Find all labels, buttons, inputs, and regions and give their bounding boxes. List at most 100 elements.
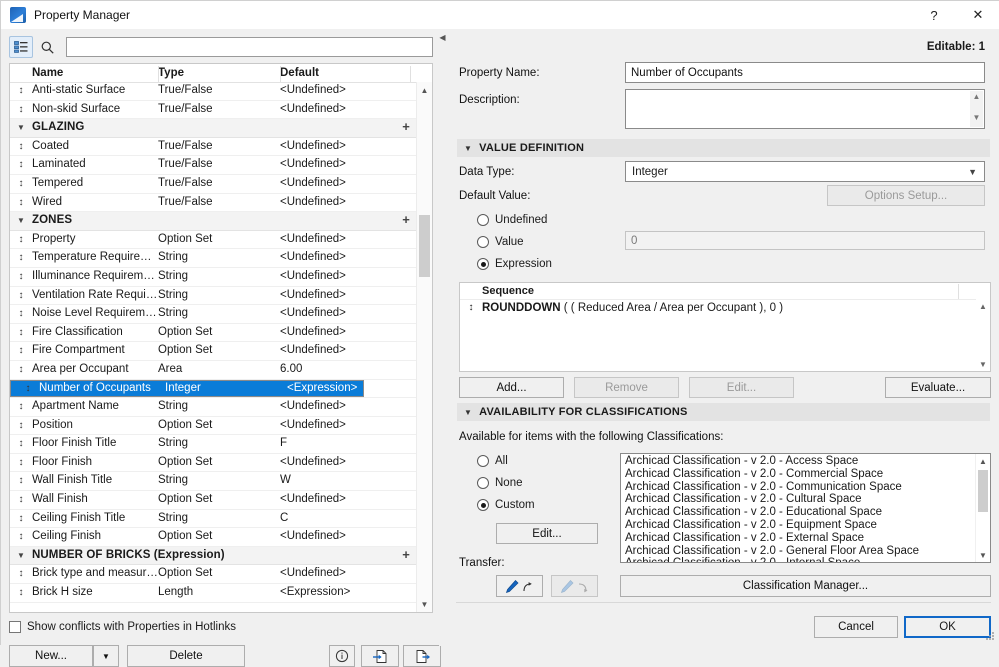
edit-expression-button[interactable]: Edit... [689, 377, 794, 398]
classification-item[interactable]: Archicad Classification - v 2.0 - Access… [625, 455, 976, 468]
scroll-down-icon[interactable]: ▼ [417, 596, 432, 612]
reorder-handle-icon[interactable]: ↕ [10, 417, 32, 435]
reorder-handle-icon[interactable]: ↕ [10, 249, 32, 267]
sequence-scrollbar[interactable]: ▲ ▼ [976, 299, 990, 371]
property-row[interactable]: ↕ Temperature Requirement String <Undefined… [10, 249, 417, 268]
property-row[interactable]: ↕ Non-skid Surface True/False <Undefined> [10, 101, 417, 120]
property-row[interactable]: ↕ Laminated True/False <Undefined> [10, 156, 417, 175]
ok-button[interactable]: OK [904, 616, 991, 638]
classification-list[interactable]: Archicad Classification - v 2.0 - Access… [620, 453, 991, 563]
expression-sequence-list[interactable]: Sequence ↕ ROUNDDOWN ( ( Reduced Area / A… [459, 282, 991, 372]
classification-scrollbar[interactable]: ▲ ▼ [975, 454, 990, 562]
add-button[interactable]: Add... [459, 377, 564, 398]
property-row[interactable]: ↕ Floor Finish Title String F [10, 435, 417, 454]
property-name-input[interactable] [625, 62, 985, 83]
property-row[interactable]: ↕ Ceiling Finish Title String C [10, 510, 417, 529]
new-dropdown-button[interactable]: ▼ [93, 645, 119, 667]
reorder-handle-icon[interactable]: ↕ [10, 565, 32, 583]
cancel-button[interactable]: Cancel [814, 616, 898, 638]
property-row[interactable]: ↕ Position Option Set <Undefined> [10, 417, 417, 436]
reorder-handle-icon[interactable]: ↕ [10, 138, 32, 156]
transfer-apply-icon-button[interactable] [551, 575, 598, 597]
radio-none[interactable]: None [477, 477, 523, 489]
scrollbar-thumb[interactable] [419, 215, 430, 277]
tree-view-icon[interactable] [9, 36, 33, 58]
reorder-handle-icon[interactable]: ↕ [10, 194, 32, 212]
reorder-handle-icon[interactable]: ↕ [10, 528, 32, 546]
reorder-handle-icon[interactable]: ↕ [10, 287, 32, 305]
classification-item[interactable]: Archicad Classification - v 2.0 - Equipm… [625, 519, 976, 532]
property-row[interactable]: ↕ Wall Finish Option Set <Undefined> [10, 491, 417, 510]
radio-custom[interactable]: Custom [477, 499, 535, 511]
property-row[interactable]: ↕ Fire Classification Option Set <Undefined… [10, 324, 417, 343]
reorder-handle-icon[interactable]: ↕ [17, 383, 39, 394]
description-textarea[interactable]: ▲ ▼ [625, 89, 985, 129]
reorder-handle-icon[interactable]: ↕ [10, 361, 32, 379]
classification-item[interactable]: Archicad Classification - v 2.0 - Cultur… [625, 493, 976, 506]
options-setup-button[interactable]: Options Setup... [827, 185, 985, 206]
import-icon-button[interactable] [361, 645, 399, 667]
scroll-up-icon[interactable]: ▲ [417, 82, 432, 98]
classification-item[interactable]: Archicad Classification - v 2.0 - Commun… [625, 481, 976, 494]
property-row[interactable]: ↕ Tempered True/False <Undefined> [10, 175, 417, 194]
reorder-handle-icon[interactable]: ↕ [10, 268, 32, 286]
delete-button[interactable]: Delete [127, 645, 245, 667]
transfer-pick-icon-button[interactable] [496, 575, 543, 597]
property-grid-rows[interactable]: ↕ Anti-static Surface True/False <Undefined… [10, 82, 417, 612]
property-row[interactable]: ↕ Anti-static Surface True/False <Undefined… [10, 82, 417, 101]
show-conflicts-checkbox-row[interactable]: Show conflicts with Properties in Hotlin… [9, 621, 236, 633]
new-button[interactable]: New... [9, 645, 93, 667]
info-icon-button[interactable] [329, 645, 355, 667]
remove-button[interactable]: Remove [574, 377, 679, 398]
add-property-icon[interactable]: + [395, 212, 417, 230]
reorder-handle-icon[interactable]: ↕ [10, 435, 32, 453]
resize-gripper[interactable] [986, 632, 995, 641]
reorder-handle-icon[interactable]: ↕ [10, 82, 32, 100]
radio-value[interactable]: Value [477, 236, 524, 248]
scroll-up-icon[interactable]: ▲ [976, 299, 990, 313]
reorder-handle-icon[interactable]: ↕ [10, 231, 32, 249]
reorder-handle-icon[interactable]: ↕ [10, 472, 32, 490]
property-row[interactable]: ↕ Floor Finish Option Set <Undefined> [10, 454, 417, 473]
classification-item[interactable]: Archicad Classification - v 2.0 - Extern… [625, 532, 976, 545]
property-row[interactable]: ↕ Brick H size Length <Expression> [10, 584, 417, 603]
description-scroll-up-icon[interactable]: ▲ [970, 92, 983, 105]
reorder-handle-icon[interactable]: ↕ [10, 175, 32, 193]
classification-item[interactable]: Archicad Classification - v 2.0 - Intern… [625, 557, 976, 562]
value-definition-section-header[interactable]: ▼ VALUE DEFINITION [457, 139, 990, 157]
reorder-handle-icon[interactable]: ↕ [10, 454, 32, 472]
sequence-row[interactable]: ↕ ROUNDDOWN ( ( Reduced Area / Area per O… [460, 300, 990, 316]
chevron-down-icon[interactable]: ▼ [10, 119, 32, 137]
property-grid-scrollbar[interactable]: ▲ ▼ [416, 82, 432, 612]
chevron-down-icon[interactable]: ▼ [10, 547, 32, 565]
reorder-handle-icon[interactable]: ↕ [10, 510, 32, 528]
evaluate-button[interactable]: Evaluate... [885, 377, 991, 398]
radio-all[interactable]: All [477, 455, 508, 467]
description-scroll-down-icon[interactable]: ▼ [970, 113, 983, 126]
property-group-row[interactable]: ▼ GLAZING + [10, 119, 417, 138]
property-row[interactable]: ↕ Area per Occupant Area 6.00 [10, 361, 417, 380]
availability-section-header[interactable]: ▼ AVAILABILITY FOR CLASSIFICATIONS [457, 403, 990, 421]
property-row[interactable]: ↕ Brick type and measures Option Set <Undef… [10, 565, 417, 585]
property-row[interactable]: ↕ Apartment Name String <Undefined> [10, 398, 417, 417]
property-row[interactable]: ↕ Ceiling Finish Option Set <Undefined> [10, 528, 417, 547]
add-property-icon[interactable]: + [395, 119, 417, 137]
radio-undefined[interactable]: Undefined [477, 214, 547, 226]
reorder-handle-icon[interactable]: ↕ [10, 342, 32, 360]
reorder-handle-icon[interactable]: ↕ [460, 300, 482, 316]
property-group-row[interactable]: ▼ ZONES + [10, 212, 417, 231]
property-row[interactable]: ↕ Ventilation Rate Requir... String <Undefi… [10, 287, 417, 306]
default-value-input[interactable] [625, 231, 985, 250]
property-row-selected[interactable]: ↕ Number of Occupants Integer <Expression> [10, 379, 365, 398]
reorder-handle-icon[interactable]: ↕ [10, 305, 32, 323]
property-group-row[interactable]: ▼ NUMBER OF BRICKS (Expression) + [10, 546, 417, 566]
help-icon[interactable]: ? [912, 1, 956, 29]
pane-splitter[interactable]: ◀ [439, 29, 447, 646]
add-property-icon[interactable]: + [395, 547, 417, 565]
search-icon[interactable] [36, 37, 58, 57]
classification-item[interactable]: Archicad Classification - v 2.0 - Commer… [625, 468, 976, 481]
edit-classifications-button[interactable]: Edit... [496, 523, 598, 544]
classification-manager-button[interactable]: Classification Manager... [620, 575, 991, 597]
reorder-handle-icon[interactable]: ↕ [10, 491, 32, 509]
export-icon-button[interactable] [403, 645, 441, 667]
